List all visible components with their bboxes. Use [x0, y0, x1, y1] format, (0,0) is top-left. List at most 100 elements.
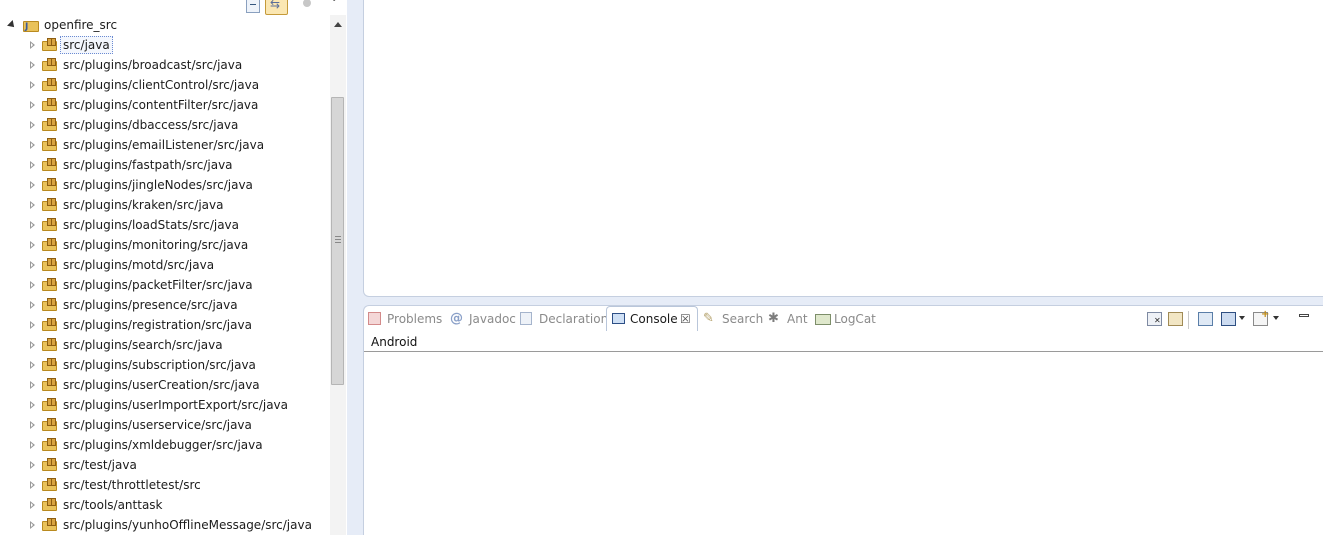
expand-arrow-icon[interactable]: [28, 435, 38, 455]
expand-arrow-icon[interactable]: [28, 235, 38, 255]
link-with-editor-icon[interactable]: [265, 0, 288, 15]
tree-package-row[interactable]: src/plugins/loadStats/src/java: [0, 215, 330, 235]
source-folder-icon: [42, 478, 58, 492]
expand-arrow-icon[interactable]: [28, 375, 38, 395]
expand-arrow-icon[interactable]: [28, 395, 38, 415]
expand-arrow-icon[interactable]: [28, 415, 38, 435]
tree-package-row[interactable]: src/tools/anttask: [0, 495, 330, 515]
expand-arrow-icon[interactable]: [28, 475, 38, 495]
tree-package-row[interactable]: src/plugins/monitoring/src/java: [0, 235, 330, 255]
tree-package-row[interactable]: src/plugins/clientControl/src/java: [0, 75, 330, 95]
expand-arrow-icon[interactable]: [8, 15, 18, 35]
package-label: src/plugins/emailListener/src/java: [63, 138, 265, 152]
tree-package-row[interactable]: src/plugins/packetFilter/src/java: [0, 275, 330, 295]
scroll-grip-icon: [335, 236, 341, 243]
tree-package-row[interactable]: src/plugins/contentFilter/src/java: [0, 95, 330, 115]
expand-arrow-icon[interactable]: [28, 295, 38, 315]
tree-package-row[interactable]: src/plugins/broadcast/src/java: [0, 55, 330, 75]
clear-console-icon[interactable]: [1147, 312, 1162, 326]
tab-label: Declaration: [539, 312, 609, 326]
tree-project-row[interactable]: J openfire_src: [0, 15, 330, 35]
close-tab-icon[interactable]: ☒: [680, 308, 691, 330]
scroll-up-icon[interactable]: [333, 20, 343, 30]
expand-arrow-icon[interactable]: [28, 495, 38, 515]
source-folder-icon: [42, 418, 58, 432]
tab-label: Ant: [787, 312, 808, 326]
expand-arrow-icon[interactable]: [28, 275, 38, 295]
source-folder-icon: [42, 198, 58, 212]
collapse-all-icon[interactable]: [246, 0, 260, 13]
tree-package-row[interactable]: src/plugins/presence/src/java: [0, 295, 330, 315]
tree-package-row[interactable]: src/test/java: [0, 455, 330, 475]
chevron-down-icon[interactable]: ⌄: [330, 0, 342, 5]
package-label: src/plugins/contentFilter/src/java: [63, 98, 259, 112]
source-folder-icon: [42, 158, 58, 172]
tab-label: LogCat: [834, 312, 876, 326]
console-toolbar: [1133, 306, 1323, 332]
tree-package-row[interactable]: src/plugins/jingleNodes/src/java: [0, 175, 330, 195]
tree-package-row[interactable]: src/plugins/userservice/src/java: [0, 415, 330, 435]
package-label: src/plugins/motd/src/java: [63, 258, 215, 272]
package-label: src/plugins/yunhoOfflineMessage/src/java: [63, 518, 312, 532]
package-label: src/plugins/fastpath/src/java: [63, 158, 233, 172]
tree-package-row[interactable]: src/plugins/kraken/src/java: [0, 195, 330, 215]
package-label: src/plugins/xmldebugger/src/java: [63, 438, 263, 452]
source-folder-icon: [42, 498, 58, 512]
source-folder-icon: [42, 358, 58, 372]
tree-package-row[interactable]: src/plugins/emailListener/src/java: [0, 135, 330, 155]
tree-package-row[interactable]: src/plugins/yunhoOfflineMessage/src/java: [0, 515, 330, 535]
tree-package-row[interactable]: src/plugins/motd/src/java: [0, 255, 330, 275]
console-name: Android: [371, 335, 418, 349]
source-folder-icon: [42, 438, 58, 452]
tree-package-row[interactable]: src/plugins/registration/src/java: [0, 315, 330, 335]
expand-arrow-icon[interactable]: [28, 175, 38, 195]
expand-arrow-icon[interactable]: [28, 95, 38, 115]
expand-arrow-icon[interactable]: [28, 195, 38, 215]
java-project-icon: J: [23, 17, 41, 33]
pin-console-icon[interactable]: [1198, 312, 1213, 326]
expand-arrow-icon[interactable]: [28, 255, 38, 275]
expand-arrow-icon[interactable]: [28, 215, 38, 235]
declaration-icon: [520, 312, 532, 325]
package-label: src/plugins/dbaccess/src/java: [63, 118, 239, 132]
package-label: src/plugins/userservice/src/java: [63, 418, 252, 432]
tree-package-row[interactable]: src/plugins/dbaccess/src/java: [0, 115, 330, 135]
scrollbar-thumb[interactable]: [331, 97, 344, 385]
tree-package-row[interactable]: src/plugins/subscription/src/java: [0, 355, 330, 375]
tab-console[interactable]: Console ☒: [606, 306, 698, 331]
expand-arrow-icon[interactable]: [28, 515, 38, 535]
tree-package-row[interactable]: src/plugins/search/src/java: [0, 335, 330, 355]
expand-arrow-icon[interactable]: [28, 335, 38, 355]
minimize-icon[interactable]: [1299, 314, 1309, 317]
expand-arrow-icon[interactable]: [28, 75, 38, 95]
console-divider: [364, 351, 1323, 352]
tree-package-row[interactable]: src/plugins/fastpath/src/java: [0, 155, 330, 175]
display-console-icon[interactable]: [1221, 312, 1236, 326]
expand-arrow-icon[interactable]: [28, 55, 38, 75]
expand-arrow-icon[interactable]: [28, 155, 38, 175]
explorer-scrollbar[interactable]: [330, 15, 346, 535]
console-icon: [612, 313, 625, 324]
expand-arrow-icon[interactable]: [28, 135, 38, 155]
chevron-down-icon[interactable]: [1239, 314, 1247, 322]
chevron-down-icon[interactable]: [1273, 314, 1281, 322]
expand-arrow-icon[interactable]: [28, 115, 38, 135]
tree-package-row[interactable]: src/test/throttletest/src: [0, 475, 330, 495]
tab-label: Console: [630, 312, 678, 326]
expand-arrow-icon[interactable]: [28, 315, 38, 335]
package-label: src/test/throttletest/src: [63, 478, 201, 492]
expand-arrow-icon[interactable]: [28, 35, 38, 55]
tree-package-row[interactable]: src/java: [0, 35, 330, 55]
editor-area[interactable]: [363, 0, 1323, 297]
tree-package-row[interactable]: src/plugins/userImportExport/src/java: [0, 395, 330, 415]
tree-package-row[interactable]: src/plugins/xmldebugger/src/java: [0, 435, 330, 455]
expand-arrow-icon[interactable]: [28, 455, 38, 475]
project-tree: J openfire_src src/java src/plugins/broad…: [0, 15, 330, 535]
source-folder-icon: [42, 458, 58, 472]
view-menu-icon[interactable]: [299, 0, 315, 13]
tree-package-row[interactable]: src/plugins/userCreation/src/java: [0, 375, 330, 395]
open-console-icon[interactable]: [1253, 309, 1269, 326]
scroll-lock-icon[interactable]: [1168, 312, 1183, 326]
expand-arrow-icon[interactable]: [28, 355, 38, 375]
toolbar-divider: [1188, 311, 1189, 329]
